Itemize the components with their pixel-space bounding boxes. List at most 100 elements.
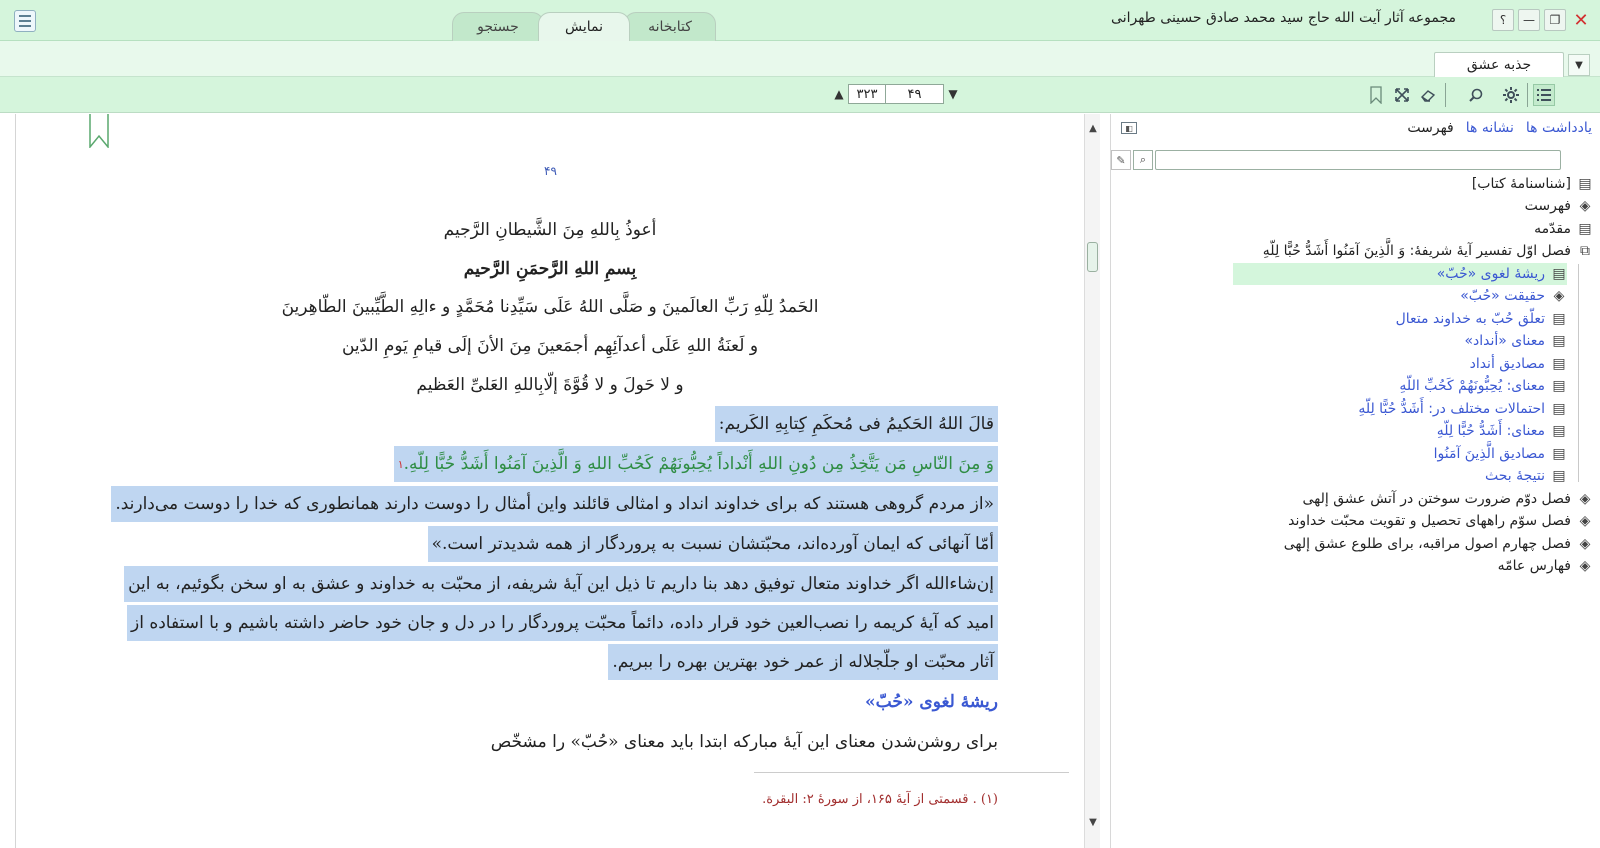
maximize-button[interactable]: ❐ <box>1544 9 1566 31</box>
footnote: (۱) . قسمتی از آیهٔ ۱۶۵، از سورهٔ ۲: الب… <box>762 792 998 807</box>
selected-text-line: آثار محبّت او جلّجلاله از عمر خود بهترین… <box>608 644 998 680</box>
document-tab-row: جذبه عشق ▼ <box>0 41 1600 77</box>
chevron-down-icon[interactable]: ▼ <box>1568 54 1590 76</box>
toc-item[interactable]: ▤ مقدّمه <box>1534 218 1593 240</box>
page-icon: ▤ <box>1552 311 1566 327</box>
toc-item-chapter-3[interactable]: ◈ فصل سوّم راههای تحصیل و تقویت محبّت خد… <box>1288 510 1593 532</box>
hamburger-menu-icon[interactable] <box>14 10 36 32</box>
book-icon: ◈ <box>1579 513 1591 529</box>
side-panel: ◧ فهرست نشانه ها یادداشت ها ✎ ⌕ ▤ [شناسن… <box>1110 114 1600 848</box>
eraser-icon[interactable] <box>1417 84 1439 106</box>
text-line: الحَمدُ لِلّهِ رَبِّ العالَمینَ و صَلَّی… <box>281 297 819 317</box>
gear-icon[interactable] <box>1500 84 1522 106</box>
main-tabs: جستجو نمایش کتابخانه <box>452 12 716 41</box>
toc-item[interactable]: ▤ مصادیق الَّذِینَ آمَنُوا <box>1434 443 1567 465</box>
toc-item[interactable]: ▤ معنای: یُحِبُّونَهُمْ کَحُبِّ اللّهِ <box>1399 375 1567 397</box>
toc-item[interactable]: ◈ فهرست <box>1525 195 1593 217</box>
quran-verse-line: وَ مِنَ النّاسِ مَن یَتَّخِذُ مِن دُونِ … <box>393 446 998 482</box>
toc-item-chapter-4[interactable]: ◈ فصل چهارم اصول مراقبه، برای طلوع عشق إ… <box>1284 533 1593 555</box>
toc-item-selected[interactable]: ▤ ریشهٔ لغوی «حُبّ» <box>1233 263 1567 285</box>
reader-page[interactable]: ۴۹ أعوذُ بِاللهِ مِنَ الشَّیطانِ الرَّجی… <box>15 114 1084 848</box>
tab-search[interactable]: جستجو <box>452 12 544 41</box>
page-number: ۴۹ <box>544 164 557 178</box>
text-line: أعوذُ بِاللهِ مِنَ الشَّیطانِ الرَّجیم <box>443 220 657 240</box>
toc-item-chapter-1[interactable]: ⧉ فصل اوّل تفسیر آیهٔ شریفهٔ: وَ الَّذِی… <box>1263 240 1593 262</box>
fullscreen-icon[interactable] <box>1391 84 1413 106</box>
list-view-icon[interactable] <box>1533 84 1555 106</box>
total-pages: ۳۲۳ <box>848 84 886 104</box>
open-book-icon: ⧉ <box>1580 243 1590 259</box>
page-icon: ▤ <box>1552 468 1566 484</box>
search-icon[interactable] <box>1465 84 1487 106</box>
tab-display[interactable]: نمایش <box>538 12 630 41</box>
quran-verse: وَ مِنَ النّاسِ مَن یَتَّخِذُ مِن دُونِ … <box>403 454 994 474</box>
text-line: و لا حَولَ و لا قُوَّةَ إلّابِاللهِ العَ… <box>416 375 684 395</box>
text-line: بِسمِ اللهِ الرَّحمَنِ الرَّحیم <box>463 259 637 279</box>
toc-item[interactable]: ▤ تعلّق حُبّ به خداوند متعال <box>1396 308 1567 330</box>
selected-text-line: قالَ اللهُ الحَکیمُ فی مُحکَمِ کِتابِهِ … <box>714 406 998 442</box>
app-title: مجموعه آثار آیت الله حاج سید محمد صادق ح… <box>1111 10 1456 26</box>
side-tabs: فهرست نشانه ها یادداشت ها <box>1407 120 1592 136</box>
page-icon: ▤ <box>1552 401 1566 417</box>
scroll-up-arrow-icon[interactable]: ▲ <box>1085 120 1101 136</box>
tree-guide-line <box>1578 264 1579 482</box>
scrollbar-thumb[interactable] <box>1087 242 1098 272</box>
help-button[interactable]: ؟ <box>1492 9 1514 31</box>
page-icon: ▤ <box>1552 333 1566 349</box>
search-icon[interactable]: ⌕ <box>1133 150 1153 170</box>
book-icon: ◈ <box>1579 198 1591 214</box>
section-heading: ریشهٔ لغوی «حُبّ» <box>865 692 998 712</box>
tab-bookmarks[interactable]: نشانه ها <box>1466 120 1514 136</box>
page-icon: ▤ <box>1552 378 1566 394</box>
text-line: برای روشن‌شدن معنای این آیهٔ مبارکه ابتد… <box>490 732 998 752</box>
toc-item[interactable]: ◈ حقیقت «حُبّ» <box>1460 285 1567 307</box>
tab-library[interactable]: کتابخانه <box>624 12 716 41</box>
app-window: جستجو نمایش کتابخانه مجموعه آثار آیت الل… <box>0 0 1600 848</box>
page-icon: ▤ <box>1552 446 1566 462</box>
toc-item[interactable]: ▤ مصادیق أنداد <box>1470 353 1567 375</box>
page-icon: ▤ <box>1552 423 1566 439</box>
selected-text-line: «از مردم گروهی هستند که برای خداوند اندا… <box>111 486 998 522</box>
panel-dock-icon[interactable]: ◧ <box>1121 122 1137 134</box>
wrench-icon[interactable]: ✎ <box>1111 150 1131 170</box>
book-icon: ◈ <box>1579 491 1591 507</box>
page-icon: ▤ <box>1552 266 1566 282</box>
book-icon: ◈ <box>1579 536 1591 552</box>
toolbar-separator <box>1445 83 1446 107</box>
selected-text-line: إن‌شاءالله اگر خداوند متعال توفیق دهد بن… <box>124 566 998 602</box>
toc-item[interactable]: ▤ نتیجهٔ بحث <box>1485 465 1567 487</box>
bookmark-icon[interactable] <box>1365 84 1387 106</box>
scroll-down-arrow-icon[interactable]: ▼ <box>1085 814 1101 830</box>
previous-page-arrow-icon[interactable]: ▲ <box>830 83 848 105</box>
toc-item-indexes[interactable]: ◈ فهارس عامّه <box>1498 555 1593 577</box>
reader-scrollbar[interactable]: ▲ ▼ <box>1084 114 1100 848</box>
title-bar: جستجو نمایش کتابخانه مجموعه آثار آیت الل… <box>0 0 1600 41</box>
toc-item-chapter-2[interactable]: ◈ فصل دوّم ضرورت سوختن در آتش عشق إلهی <box>1303 488 1594 510</box>
toc-item[interactable]: ▤ احتمالات مختلف در: أَشَدُّ حُبًّا لِلّ… <box>1358 398 1567 420</box>
minimize-button[interactable]: — <box>1518 9 1540 31</box>
next-page-arrow-icon[interactable]: ▼ <box>944 83 962 105</box>
page-navigator: ▲ ۳۲۳ ۴۹ ▼ <box>830 82 962 106</box>
page-bookmark-icon[interactable] <box>89 114 109 148</box>
document-tab[interactable]: جذبه عشق <box>1434 52 1564 77</box>
toc-item[interactable]: ▤ معنای: أَشَدُّ حُبًّا لِلّهِ <box>1437 420 1567 442</box>
footnote-ref[interactable]: ۱ <box>398 458 404 471</box>
selected-text-line: امید که آیهٔ کریمه را نصب‌العین خود قرار… <box>126 605 998 641</box>
tab-contents[interactable]: فهرست <box>1407 120 1453 136</box>
toc-search: ✎ ⌕ <box>1111 150 1600 172</box>
page-icon: ▤ <box>1578 221 1592 237</box>
current-page-input[interactable]: ۴۹ <box>886 84 944 104</box>
toolbar: ▲ ۳۲۳ ۴۹ ▼ <box>0 77 1600 113</box>
book-icon: ◈ <box>1553 288 1565 304</box>
toc-search-input[interactable] <box>1155 150 1561 170</box>
page-icon: ▤ <box>1578 176 1592 192</box>
toc-item[interactable]: ▤ معنای «أنداد» <box>1464 330 1567 352</box>
text-line: و لَعنَةُ اللهِ عَلَی أعدآئِهِم أجمَعینَ… <box>341 336 759 356</box>
close-button[interactable]: ✕ <box>1570 9 1592 31</box>
footnote-divider <box>754 772 1069 773</box>
tab-notes[interactable]: یادداشت ها <box>1526 120 1592 136</box>
toc-item[interactable]: ▤ [شناسنامهٔ کتاب] <box>1472 173 1593 195</box>
page-icon: ▤ <box>1552 356 1566 372</box>
toolbar-separator <box>1527 83 1528 107</box>
selected-text-line: أمّا آنهائی که ایمان آورده‌اند، محبّتشان… <box>427 526 998 562</box>
